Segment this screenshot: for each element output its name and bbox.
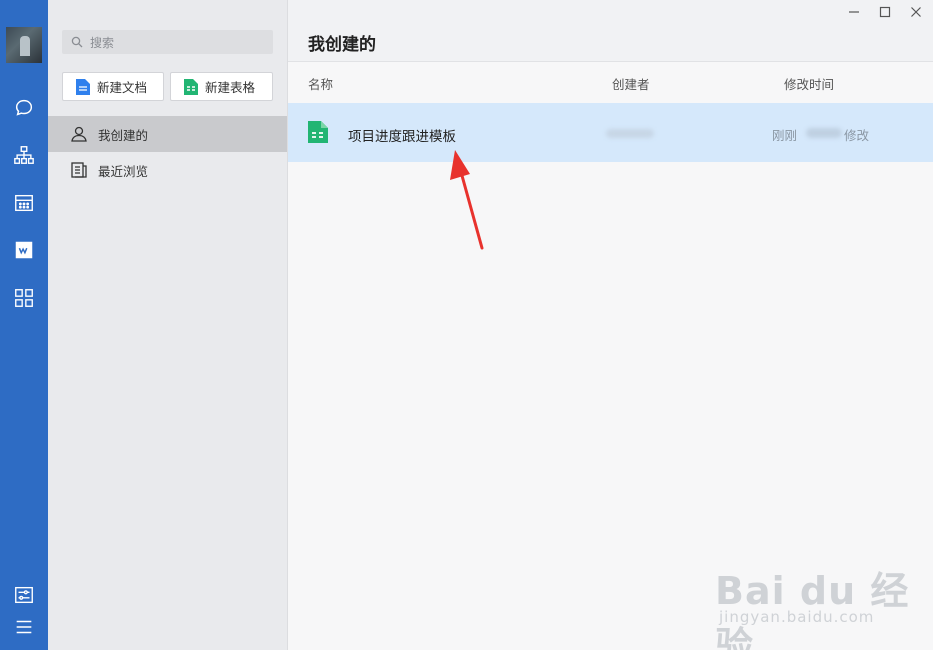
watermark-sub: jingyan.baidu.com [719, 608, 875, 626]
modified-prefix: 刚刚 [772, 128, 798, 143]
sheet-file-icon [184, 78, 198, 95]
person-icon [71, 126, 87, 142]
table-header: 名称 创建者 修改时间 [288, 62, 933, 102]
watermark-main: Bai du 经验 [715, 569, 910, 650]
new-doc-label: 新建文档 [97, 80, 148, 95]
nav-item-recent[interactable]: 最近浏览 [48, 152, 287, 188]
nav-item-label: 我创建的 [98, 127, 149, 143]
settings-sliders-icon[interactable] [12, 583, 36, 607]
search-placeholder: 搜索 [90, 35, 115, 50]
search-icon [71, 36, 83, 48]
avatar[interactable] [6, 27, 42, 63]
close-icon[interactable] [908, 4, 924, 20]
menu-icon[interactable] [12, 615, 36, 639]
file-name: 项目进度跟进模板 [348, 129, 456, 145]
minimize-icon[interactable] [846, 4, 862, 20]
creator-redacted [606, 129, 654, 138]
app-window: 搜索 新建文档 新建表格 我创建的 最近浏览 我创建的 名称 创建者 修改时间 … [0, 0, 933, 650]
docs-app-icon[interactable] [12, 238, 36, 262]
new-doc-button[interactable]: 新建文档 [62, 72, 164, 101]
apps-grid-icon[interactable] [12, 286, 36, 310]
new-sheet-label: 新建表格 [205, 80, 256, 95]
sheet-file-icon [308, 121, 328, 143]
column-name[interactable]: 名称 [308, 74, 333, 93]
recent-doc-icon [71, 162, 87, 178]
column-creator[interactable]: 创建者 [612, 74, 650, 93]
column-modified[interactable]: 修改时间 [784, 74, 834, 93]
annotation-arrow [450, 150, 484, 250]
calendar-icon[interactable] [12, 191, 36, 215]
table-row[interactable]: 项目进度跟进模板 刚刚 修改 [288, 103, 933, 162]
nav-item-label: 最近浏览 [98, 163, 149, 179]
org-chart-icon[interactable] [12, 143, 36, 167]
baidu-watermark: Bai du 经验 jingyan.baidu.com [715, 548, 930, 650]
page-title: 我创建的 [308, 35, 376, 55]
chat-icon[interactable] [12, 96, 36, 120]
main-header: 我创建的 [288, 0, 933, 62]
left-rail [0, 0, 48, 650]
modifier-redacted [806, 128, 842, 138]
doc-file-icon [76, 78, 90, 95]
nav-item-my-created[interactable]: 我创建的 [48, 116, 287, 152]
search-input[interactable]: 搜索 [62, 30, 273, 54]
maximize-icon[interactable] [877, 4, 893, 20]
new-sheet-button[interactable]: 新建表格 [170, 72, 273, 101]
modified-suffix: 修改 [844, 128, 870, 143]
